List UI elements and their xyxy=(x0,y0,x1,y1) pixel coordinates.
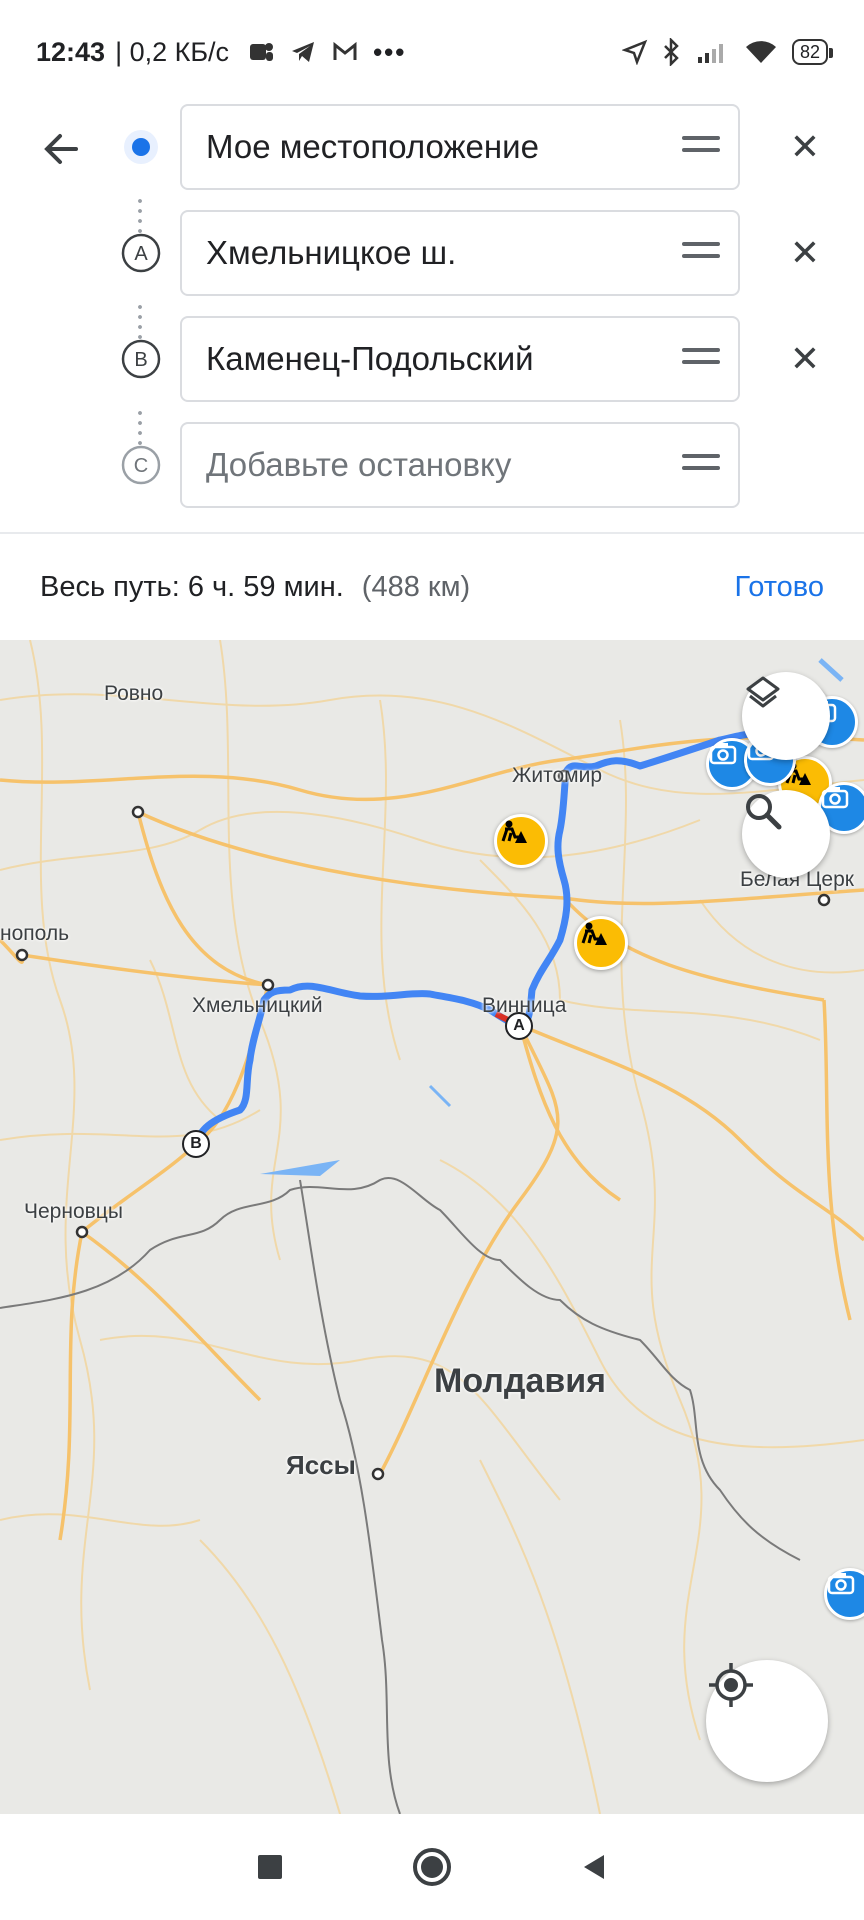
clock: 12:43 xyxy=(36,36,106,67)
city-dots xyxy=(15,769,831,1481)
stop-b-field[interactable]: Каменец-Подольский xyxy=(180,316,740,402)
system-nav-bar xyxy=(0,1814,864,1920)
recents-square-icon[interactable] xyxy=(250,1847,290,1887)
stop-row-a: A Хмельницкое ш. ✕ xyxy=(110,210,864,296)
roadwork-marker[interactable] xyxy=(494,814,548,868)
major-roads xyxy=(0,735,864,1541)
gmail-icon xyxy=(333,41,357,60)
svg-text:B: B xyxy=(134,349,147,371)
marker-c-icon: C xyxy=(121,445,161,485)
close-icon: ✕ xyxy=(789,232,821,273)
stop-a-text: Хмельницкое ш. xyxy=(206,234,457,271)
add-stop-field[interactable]: Добавьте остановку xyxy=(180,422,740,508)
status-left: 12:43 | 0,2 КБ/с ••• xyxy=(36,37,406,68)
country-label-moldova: Молдавия xyxy=(434,1362,606,1400)
route-marker-a[interactable]: A xyxy=(505,1012,533,1040)
status-bar: 12:43 | 0,2 КБ/с ••• 82 xyxy=(0,0,864,104)
search-icon xyxy=(746,794,782,830)
wifi-icon xyxy=(745,41,776,63)
remove-stop-button[interactable]: ✕ xyxy=(782,230,828,276)
search-along-route-button[interactable] xyxy=(742,790,830,878)
layers-icon xyxy=(746,676,780,708)
route-marker-b[interactable]: B xyxy=(182,1130,210,1158)
remove-stop-button[interactable]: ✕ xyxy=(782,336,828,382)
city-label-khmelnitsky: Хмельницкий xyxy=(192,994,323,1017)
crosshair-location-icon xyxy=(709,1663,753,1707)
roadwork-marker[interactable] xyxy=(574,916,628,970)
roadwork-icon xyxy=(501,820,527,843)
camera-icon xyxy=(709,743,737,765)
river xyxy=(818,658,844,682)
teams-icon xyxy=(250,43,274,61)
remove-stop-button[interactable]: ✕ xyxy=(782,124,828,170)
roadwork-icon xyxy=(581,922,607,945)
marker-a-icon: A xyxy=(121,233,161,273)
camera-icon xyxy=(827,1573,855,1595)
total-distance: (488 км) xyxy=(361,570,471,603)
network-speed: | 0,2 КБ/с xyxy=(115,36,230,67)
total-time: Весь путь: 6 ч. 59 мин. xyxy=(40,570,344,603)
home-circle-icon[interactable] xyxy=(410,1845,454,1889)
city-label-chernovtsy: Черновцы xyxy=(24,1200,123,1223)
drag-handle-icon[interactable] xyxy=(682,348,720,370)
add-stop-placeholder: Добавьте остановку xyxy=(206,446,512,483)
map-view[interactable]: Ровно Житомир Белая Церк нополь Хмельниц… xyxy=(0,640,864,1814)
layers-button[interactable] xyxy=(742,672,830,760)
city-label-zhitomir: Житомир xyxy=(512,764,603,787)
svg-text:A: A xyxy=(134,243,148,265)
route-summary: Весь путь: 6 ч. 59 мин. (488 км) Готово xyxy=(0,532,864,640)
route-panel: Мое местоположение ✕ A Хмельницкое ш. ✕ … xyxy=(0,104,864,532)
signal-icon xyxy=(697,44,723,63)
stop-row-origin: Мое местоположение ✕ xyxy=(110,104,864,190)
river xyxy=(428,1084,452,1108)
minor-roads xyxy=(0,640,864,1814)
origin-field[interactable]: Мое местоположение xyxy=(180,104,740,190)
city-label-rovno: Ровно xyxy=(104,682,164,705)
done-button[interactable]: Готово xyxy=(734,571,824,604)
close-icon: ✕ xyxy=(789,126,821,167)
drag-handle-icon[interactable] xyxy=(682,242,720,264)
lake xyxy=(260,1160,340,1176)
camera-icon xyxy=(821,787,849,809)
my-location-button[interactable] xyxy=(706,1660,828,1782)
stop-row-b: B Каменец-Подольский ✕ xyxy=(110,316,864,402)
stop-b-text: Каменец-Подольский xyxy=(206,340,534,377)
arrow-back-icon xyxy=(44,134,78,164)
close-icon: ✕ xyxy=(789,338,821,379)
city-label-iasi: Яссы xyxy=(286,1450,356,1480)
back-button[interactable] xyxy=(36,122,90,176)
map-canvas xyxy=(0,640,864,1814)
origin-text: Мое местоположение xyxy=(206,128,539,165)
my-location-dot-icon xyxy=(124,130,158,164)
telegram-icon xyxy=(292,42,315,62)
drag-handle-icon[interactable] xyxy=(682,136,720,158)
country-border xyxy=(0,1177,801,1814)
location-arrow-icon xyxy=(621,39,648,65)
more-dots-icon: ••• xyxy=(373,36,407,67)
stop-row-c: C Добавьте остановку xyxy=(110,422,864,508)
bluetooth-icon xyxy=(664,38,679,66)
back-triangle-icon[interactable] xyxy=(574,1847,614,1887)
battery-icon: 82 xyxy=(791,39,834,65)
svg-text:C: C xyxy=(134,455,148,477)
marker-b-icon: B xyxy=(121,339,161,379)
city-label-ternopol: нополь xyxy=(0,922,70,945)
drag-handle-icon[interactable] xyxy=(682,454,720,476)
stop-a-field[interactable]: Хмельницкое ш. xyxy=(180,210,740,296)
